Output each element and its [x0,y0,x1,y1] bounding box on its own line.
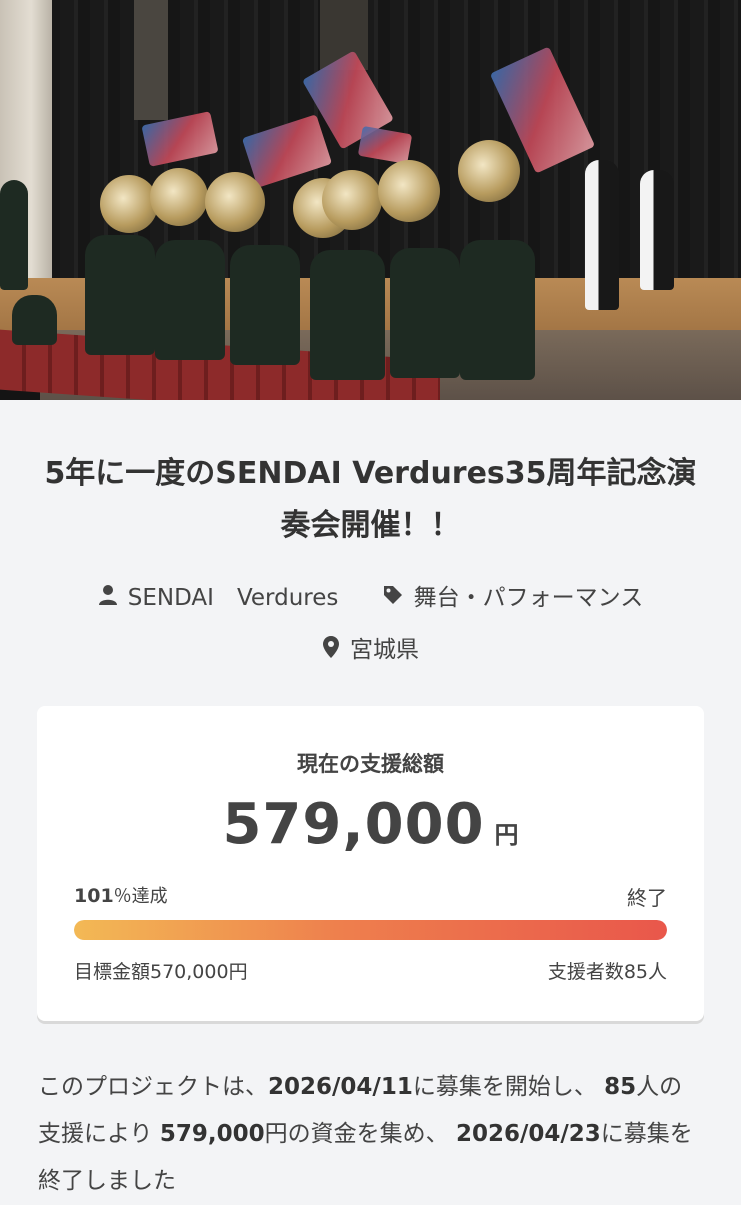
project-category-label: 舞台・パフォーマンス [413,585,644,611]
summary-amount: 579,000 [159,1121,265,1147]
achievement-rate: 101％達成 [74,882,168,908]
progress-bar-fill [74,920,667,940]
project-meta: SENDAI Verdures 舞台・パフォーマンス [0,578,741,612]
goal-amount: 目標金額570,000円 [74,961,248,983]
tag-icon [383,586,402,604]
project-hero-image [0,0,741,400]
project-location-row: 宮城県 [0,630,741,665]
summary-end-date: 2026/04/23 [455,1121,601,1147]
project-summary-text: このプロジェクトは、2026/04/11に募集を開始し、 85人の支援により 5… [38,1064,704,1205]
summary-text-part: 円の資金を集め、 [264,1121,456,1147]
project-owner-name: SENDAI Verdures [127,585,339,611]
support-amount-value: 579,000 [222,792,485,857]
achievement-rate-value: 101 [74,885,114,907]
summary-text-part: に募集を開始し、 [412,1074,605,1100]
project-title: 5年に一度のSENDAI Verdures35周年記念演奏会開催！！ [44,456,697,543]
progress-bar [74,920,667,940]
project-status-badge: 終了 [627,886,667,910]
support-summary-card: 現在の支援総額 579,000 円 101％達成 終了 目標金額570,000円 … [37,706,704,1021]
project-category[interactable]: 舞台・パフォーマンス [382,578,644,612]
location-pin-icon [323,636,339,658]
backer-count: 支援者数85人 [547,961,667,983]
summary-text-part: このプロジェクトは、 [38,1074,268,1100]
support-total-amount: 579,000 円 [37,792,704,857]
currency-unit: 円 [494,821,519,849]
project-location-label: 宮城県 [350,637,419,663]
achievement-rate-suffix: ％達成 [113,886,168,907]
project-location[interactable]: 宮城県 [322,630,419,664]
support-total-label: 現在の支援総額 [297,752,444,776]
project-owner[interactable]: SENDAI Verdures [98,578,339,612]
summary-start-date: 2026/04/11 [268,1074,413,1100]
person-icon [98,585,117,605]
summary-backer-count: 85 [604,1074,637,1100]
